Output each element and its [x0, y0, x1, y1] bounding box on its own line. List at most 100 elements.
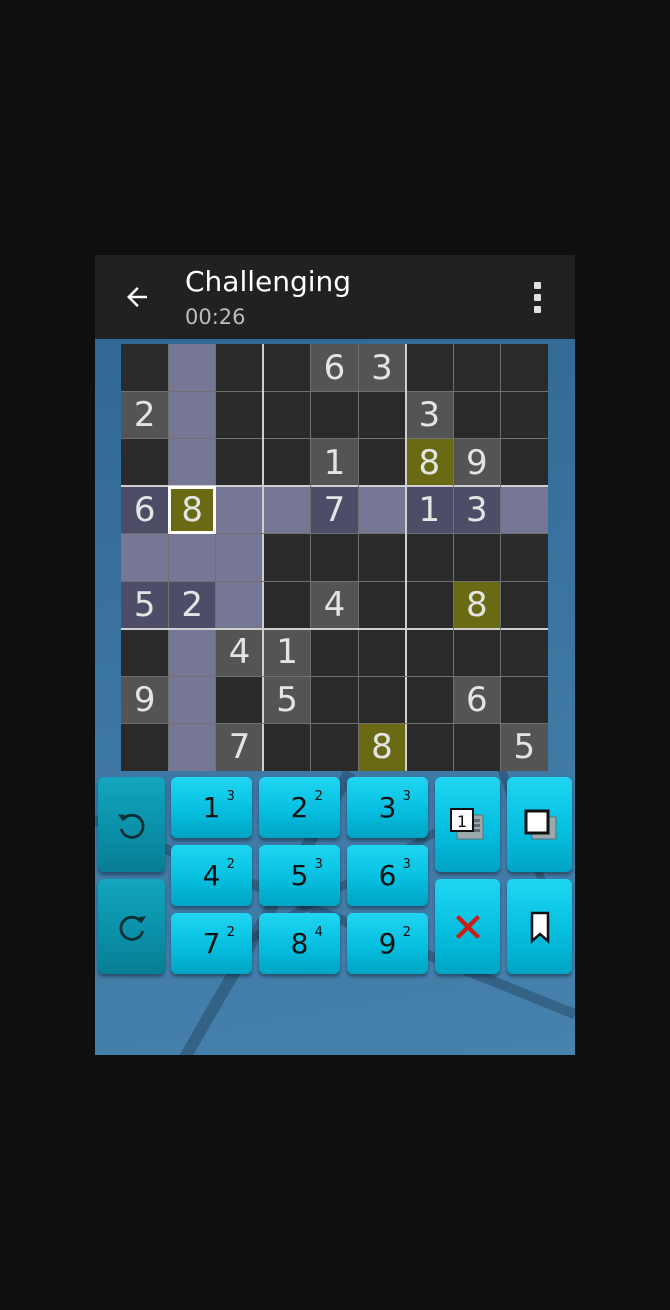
sudoku-cell[interactable]: [358, 533, 406, 582]
number-key-6[interactable]: 63: [347, 845, 428, 906]
sudoku-cell[interactable]: [453, 723, 501, 771]
sudoku-cell[interactable]: [500, 391, 548, 439]
sudoku-cell[interactable]: [358, 438, 406, 487]
sudoku-cell[interactable]: [310, 723, 359, 771]
undo-button[interactable]: [98, 777, 165, 872]
sudoku-cell[interactable]: [168, 676, 216, 724]
number-key-7[interactable]: 72: [171, 913, 252, 974]
sudoku-cell[interactable]: [215, 676, 264, 724]
sudoku-cell[interactable]: [500, 533, 548, 582]
notes-mode-button[interactable]: 1: [435, 777, 500, 872]
sudoku-cell[interactable]: [405, 581, 454, 629]
sudoku-cell[interactable]: [453, 344, 501, 392]
sudoku-cell[interactable]: [500, 438, 548, 487]
number-key-8[interactable]: 84: [259, 913, 340, 974]
sudoku-cell[interactable]: [358, 391, 406, 439]
number-key-5[interactable]: 53: [259, 845, 340, 906]
sudoku-cell[interactable]: 1: [310, 438, 359, 487]
sudoku-cell[interactable]: 7: [310, 486, 359, 534]
sudoku-cell[interactable]: [263, 581, 311, 629]
sudoku-cell[interactable]: [263, 391, 311, 439]
sudoku-cell[interactable]: [168, 628, 216, 677]
fill-mode-button[interactable]: [507, 777, 572, 872]
sudoku-cell[interactable]: [310, 676, 359, 724]
sudoku-cell[interactable]: 2: [121, 391, 169, 439]
sudoku-cell[interactable]: [453, 391, 501, 439]
sudoku-cell[interactable]: [121, 533, 169, 582]
sudoku-cell[interactable]: [168, 438, 216, 487]
sudoku-cell[interactable]: [453, 533, 501, 582]
clear-cell-button[interactable]: [435, 879, 500, 974]
sudoku-cell[interactable]: 8: [358, 723, 406, 771]
back-button[interactable]: [119, 279, 155, 315]
sudoku-cell[interactable]: [215, 533, 264, 582]
sudoku-cell[interactable]: [168, 344, 216, 392]
sudoku-cell[interactable]: [121, 344, 169, 392]
sudoku-cell[interactable]: [310, 533, 359, 582]
sudoku-cell[interactable]: [215, 486, 264, 534]
sudoku-cell[interactable]: [500, 486, 548, 534]
square-select-icon: [524, 809, 556, 839]
sudoku-cell[interactable]: [215, 391, 264, 439]
sudoku-cell[interactable]: 9: [453, 438, 501, 487]
sudoku-cell[interactable]: [453, 628, 501, 677]
bookmark-button[interactable]: [507, 879, 572, 974]
overflow-menu-button[interactable]: [523, 279, 551, 315]
sudoku-cell[interactable]: 6: [121, 486, 169, 534]
sudoku-cell[interactable]: [310, 628, 359, 677]
sudoku-cell[interactable]: 6: [310, 344, 359, 392]
sudoku-cell[interactable]: [358, 676, 406, 724]
sudoku-cell[interactable]: [121, 628, 169, 677]
sudoku-cell[interactable]: [121, 438, 169, 487]
sudoku-cell[interactable]: 2: [168, 581, 216, 629]
sudoku-cell[interactable]: 5: [121, 581, 169, 629]
sudoku-cell[interactable]: 4: [310, 581, 359, 629]
sudoku-cell[interactable]: 1: [263, 628, 311, 677]
sudoku-cell[interactable]: [215, 438, 264, 487]
sudoku-cell[interactable]: [215, 581, 264, 629]
sudoku-cell[interactable]: 9: [121, 676, 169, 724]
sudoku-cell[interactable]: 7: [215, 723, 264, 771]
sudoku-cell[interactable]: 8: [453, 581, 501, 629]
sudoku-cell[interactable]: 8: [168, 486, 216, 534]
sudoku-cell[interactable]: [263, 723, 311, 771]
sudoku-cell[interactable]: [500, 676, 548, 724]
sudoku-cell[interactable]: [263, 533, 311, 582]
sudoku-cell[interactable]: 5: [500, 723, 548, 771]
sudoku-cell[interactable]: [405, 344, 454, 392]
sudoku-cell[interactable]: [500, 344, 548, 392]
sudoku-cell[interactable]: [121, 723, 169, 771]
sudoku-cell[interactable]: 1: [405, 486, 454, 534]
sudoku-cell[interactable]: 3: [405, 391, 454, 439]
number-key-9[interactable]: 92: [347, 913, 428, 974]
number-key-2[interactable]: 22: [259, 777, 340, 838]
sudoku-cell[interactable]: 6: [453, 676, 501, 724]
sudoku-cell[interactable]: 5: [263, 676, 311, 724]
sudoku-cell[interactable]: 8: [405, 438, 454, 487]
sudoku-cell[interactable]: [405, 676, 454, 724]
number-key-4[interactable]: 42: [171, 845, 252, 906]
redo-button[interactable]: [98, 879, 165, 974]
number-key-label: 53: [291, 857, 323, 892]
sudoku-cell[interactable]: [500, 581, 548, 629]
sudoku-cell[interactable]: [168, 391, 216, 439]
sudoku-cell[interactable]: [263, 344, 311, 392]
sudoku-cell[interactable]: [358, 581, 406, 629]
sudoku-cell[interactable]: [358, 628, 406, 677]
sudoku-cell[interactable]: [263, 438, 311, 487]
sudoku-cell[interactable]: [358, 486, 406, 534]
sudoku-cell[interactable]: [215, 344, 264, 392]
number-key-1[interactable]: 13: [171, 777, 252, 838]
sudoku-cell[interactable]: [405, 533, 454, 582]
sudoku-cell[interactable]: [500, 628, 548, 677]
sudoku-cell[interactable]: [310, 391, 359, 439]
sudoku-cell[interactable]: 3: [453, 486, 501, 534]
sudoku-cell[interactable]: [405, 723, 454, 771]
sudoku-cell[interactable]: [168, 533, 216, 582]
sudoku-cell[interactable]: [263, 486, 311, 534]
number-key-3[interactable]: 33: [347, 777, 428, 838]
sudoku-cell[interactable]: 3: [358, 344, 406, 392]
sudoku-cell[interactable]: [405, 628, 454, 677]
sudoku-cell[interactable]: [168, 723, 216, 771]
sudoku-cell[interactable]: 4: [215, 628, 264, 677]
